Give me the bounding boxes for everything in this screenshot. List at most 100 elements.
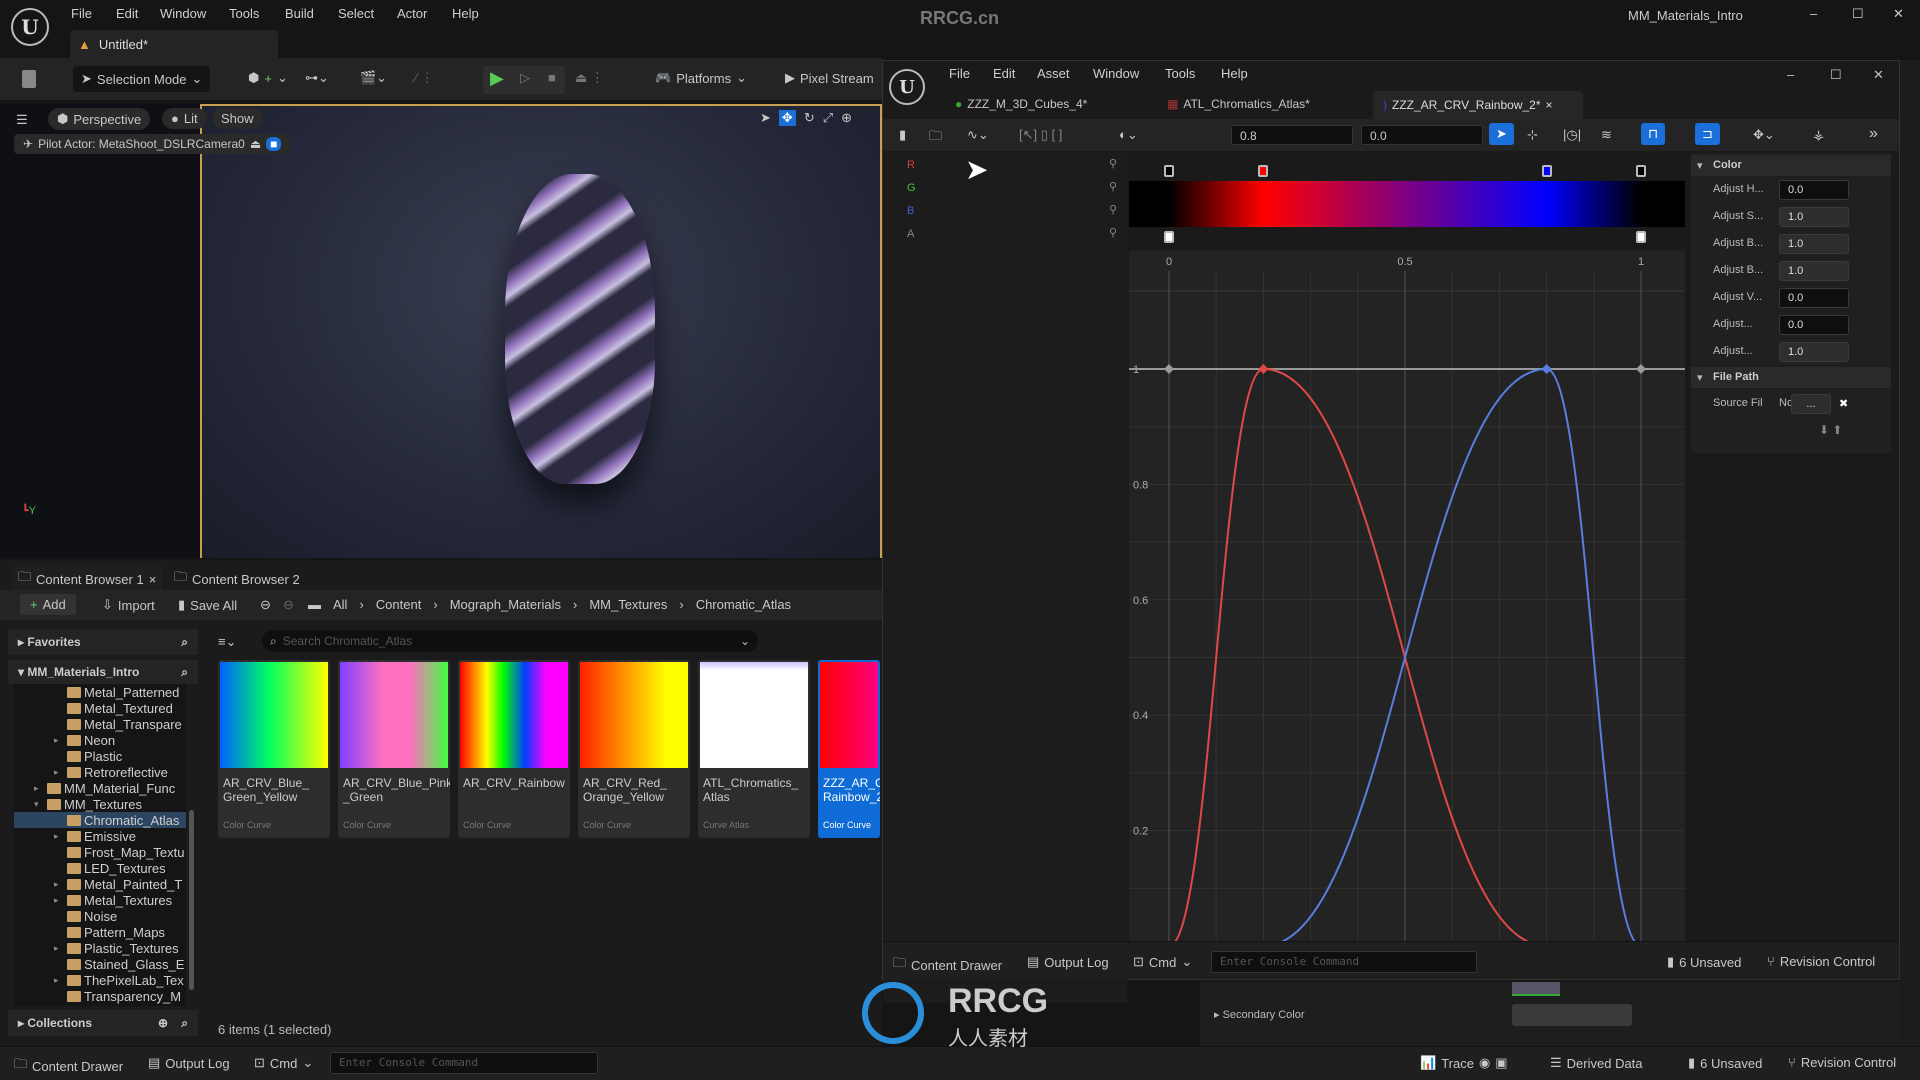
tab-m-3d-cubes[interactable]: ● ZZZ_M_3D_Cubes_4* [955, 97, 1087, 111]
multi-scale-button[interactable]: ≋ [1601, 127, 1612, 143]
perspective-button[interactable]: ⬢ Perspective [48, 108, 151, 130]
stop-button[interactable]: ■ [548, 70, 556, 85]
tree-item[interactable]: Noise [14, 908, 186, 924]
record-icon[interactable]: ◉ [1479, 1055, 1490, 1071]
tree-item[interactable]: ▸ Metal_Painted_T [14, 876, 186, 892]
expand-icon[interactable]: ▸ [54, 735, 64, 746]
detail-value-field[interactable]: 1.0 [1779, 207, 1849, 227]
breadcrumb-item[interactable]: Mograph_Materials [450, 597, 561, 612]
detail-value-field[interactable]: 1.0 [1779, 261, 1849, 281]
tab-chromatics-atlas[interactable]: ▦ ATL_Chromatics_Atlas* [1167, 97, 1310, 111]
tree-scrollbar[interactable] [189, 810, 194, 990]
maximize-button[interactable]: ☐ [1852, 6, 1864, 22]
breadcrumb-item[interactable]: Chromatic_Atlas [696, 597, 791, 612]
tree-item[interactable]: Metal_Patterned [14, 684, 186, 700]
pin-icon[interactable]: ⚲ [1109, 203, 1117, 216]
tree-item[interactable]: Frost_Map_Textu [14, 844, 186, 860]
detail-value-field[interactable]: 1.0 [1779, 342, 1849, 362]
curve-graph[interactable]: 00.5110.80.60.40.20 [1129, 251, 1685, 947]
tab-content-browser-1[interactable]: 🗀 Content Browser 1 × [12, 566, 163, 592]
tree-item[interactable]: ▸ Metal_Textures [14, 892, 186, 908]
eject-pilot-icon[interactable]: ⏏ [250, 137, 261, 151]
menu-actor[interactable]: Actor [397, 6, 427, 21]
save-all-button[interactable]: ▮ Save All [178, 597, 237, 613]
expand-icon[interactable]: ▸ [54, 943, 64, 954]
tree-item[interactable]: ▸ MM_Material_Func [14, 780, 186, 796]
collapse-icon[interactable]: ▾ [34, 799, 44, 810]
expand-icon[interactable]: ▸ [54, 895, 64, 906]
breadcrumb-item[interactable]: Content [376, 597, 422, 612]
tree-item[interactable]: ▸ Plastic_Textures [14, 940, 186, 956]
retime-tool-button[interactable]: |◷| [1563, 127, 1581, 143]
tangent-dropdown[interactable]: ✥⌄ [1753, 127, 1775, 143]
world-icon[interactable]: ⊕ [841, 110, 852, 126]
play-button[interactable]: ▶ [490, 68, 504, 89]
tree-item[interactable]: Metal_Textured [14, 700, 186, 716]
favorites-header[interactable]: ▸ Favorites ⌕ [8, 629, 198, 655]
unsaved-button[interactable]: ▮ 6 Unsaved [1688, 1055, 1762, 1071]
ce-close-button[interactable]: ✕ [1873, 67, 1884, 83]
derived-data-button[interactable]: ☰ Derived Data [1550, 1055, 1643, 1071]
asset-tile[interactable]: AR_CRV_Blue_ Green_Yellow Color Curve [218, 660, 330, 838]
expand-icon[interactable]: ▸ [54, 879, 64, 890]
selection-mode-dropdown[interactable]: ➤ Selection Mode ⌄ [73, 66, 211, 92]
menu-file[interactable]: File [71, 6, 92, 21]
save-icon[interactable] [22, 70, 36, 88]
color-swatch[interactable] [1512, 982, 1560, 996]
ce-menu-edit[interactable]: Edit [993, 66, 1015, 81]
ce-minimize-button[interactable]: – [1787, 67, 1794, 82]
tree-item[interactable]: Transparency_M [14, 988, 186, 1004]
trace-button[interactable]: 📊 Trace ◉ ▣ [1420, 1055, 1508, 1071]
close-tab-icon[interactable]: × [1546, 98, 1553, 112]
rotate-tool-icon[interactable]: ↻ [804, 110, 815, 126]
browse-button[interactable]: ... [1791, 394, 1831, 414]
menu-build[interactable]: Build [285, 6, 314, 21]
transform-tool-button[interactable]: ⊹ [1527, 127, 1538, 143]
history-forward-button[interactable]: ⊖ [283, 597, 294, 613]
frame-selection-button[interactable]: [↖] ▯ [ ] [1019, 127, 1062, 143]
expand-icon[interactable]: ▸ [54, 975, 64, 986]
camera-icon[interactable]: ■ [266, 137, 282, 151]
clear-icon[interactable]: ✖ [1839, 397, 1848, 410]
ce-menu-asset[interactable]: Asset [1037, 66, 1070, 81]
curve-type-dropdown[interactable]: ∿⌄ [967, 127, 989, 143]
close-button[interactable]: ✕ [1893, 6, 1904, 22]
secondary-color-swatch[interactable] [1512, 1004, 1632, 1026]
ce-cmd-dropdown[interactable]: ⊡ Cmd ⌄ [1133, 954, 1192, 970]
tree-item[interactable]: Plastic [14, 748, 186, 764]
modeling-button[interactable]: ⁄ ⋮ [415, 70, 434, 86]
ce-menu-help[interactable]: Help [1221, 66, 1248, 81]
tree-item[interactable]: LED_Textures [14, 860, 186, 876]
revision-control-button[interactable]: ⑂ Revision Control [1788, 1055, 1896, 1070]
asset-tile[interactable]: ZZZ_AR_CRV_ Rainbow_2 Color Curve [818, 660, 880, 838]
add-collection-icon[interactable]: ⊕ [158, 1016, 168, 1030]
value-field[interactable]: 0.8 [1231, 125, 1353, 145]
ce-revision-control-button[interactable]: ⑂ Revision Control [1767, 954, 1875, 969]
reimport-arrows-icon[interactable]: ⬇ ⬆ [1819, 423, 1842, 437]
tree-item[interactable]: Pattern_Maps [14, 924, 186, 940]
lit-button[interactable]: ● Lit [162, 108, 207, 129]
color-stop-handle[interactable] [1636, 165, 1646, 177]
color-stop-handle[interactable] [1541, 165, 1552, 177]
search-field[interactable]: ⌕ Search Chromatic_Atlas ⌄ [262, 630, 758, 652]
visibility-dropdown[interactable]: ◐⌄ [1119, 127, 1138, 143]
viewport[interactable]: ☰ ⬢ Perspective ● Lit Show ✈ Pilot Actor: M… [0, 104, 882, 558]
step-button[interactable]: ▷ [520, 70, 530, 86]
ce-menu-tools[interactable]: Tools [1165, 66, 1195, 81]
time-field[interactable]: 0.0 [1361, 125, 1483, 145]
tree-item[interactable]: Stained_Glass_E [14, 956, 186, 972]
auto-tangent-button[interactable]: ⚶ [1813, 127, 1824, 143]
minimize-button[interactable]: – [1810, 6, 1817, 21]
level-tab[interactable]: ▲ Untitled* [70, 30, 278, 58]
ce-unsaved-button[interactable]: ▮ 6 Unsaved [1667, 954, 1741, 970]
channel-r[interactable]: R [907, 159, 915, 171]
tree-item[interactable]: ▸ Retroreflective [14, 764, 186, 780]
color-stop-handle[interactable] [1258, 165, 1269, 177]
history-back-button[interactable]: ⊖ [260, 597, 271, 613]
tree-item[interactable]: ▸ ThePixelLab_Tex [14, 972, 186, 988]
viewport-menu-button[interactable]: ☰ [16, 112, 28, 128]
asset-tile[interactable]: AR_CRV_Blue_Pink _Green Color Curve [338, 660, 450, 838]
search-icon[interactable]: ⌕ [181, 1016, 188, 1031]
detail-value-field[interactable]: 1.0 [1779, 234, 1849, 254]
close-tab-icon[interactable]: × [149, 572, 157, 587]
